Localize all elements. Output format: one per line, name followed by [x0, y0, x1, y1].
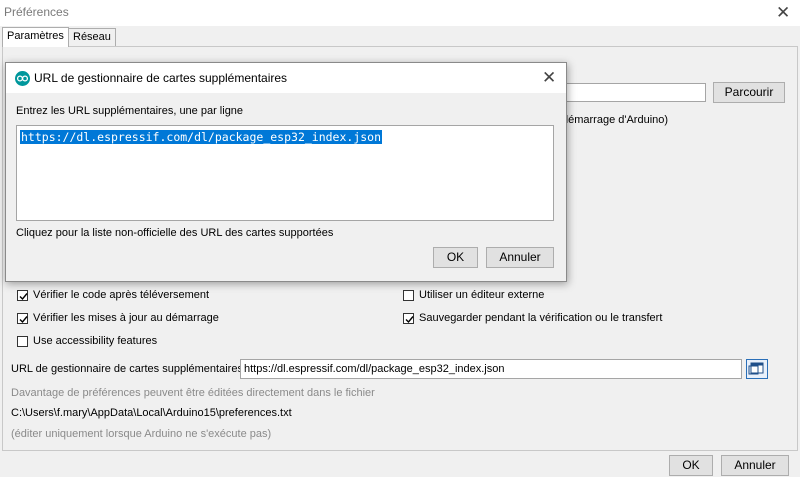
- board-urls-input[interactable]: https://dl.espressif.com/dl/package_esp3…: [240, 359, 742, 379]
- ok-button[interactable]: OK: [669, 455, 713, 476]
- external-editor-label: Utiliser un éditeur externe: [419, 289, 545, 301]
- window-titlebar: [0, 0, 800, 26]
- additional-urls-textarea[interactable]: https://dl.espressif.com/dl/package_esp3…: [16, 125, 554, 221]
- dialog-cancel-button[interactable]: Annuler: [486, 247, 554, 268]
- selected-url-text: https://dl.espressif.com/dl/package_esp3…: [20, 130, 383, 144]
- dialog-instruction: Entrez les URL supplémentaires, une par …: [16, 105, 244, 117]
- arduino-logo-icon: [15, 71, 30, 86]
- board-urls-label: URL de gestionnaire de cartes supplément…: [11, 363, 243, 375]
- accessibility-checkbox[interactable]: [17, 336, 28, 347]
- window-title: Préférences: [4, 5, 69, 19]
- tab-reseau[interactable]: Réseau: [68, 28, 116, 47]
- startup-text-fragment: démarrage d'Arduino): [562, 114, 669, 126]
- dialog-ok-button[interactable]: OK: [433, 247, 478, 268]
- save-on-verify-label: Sauvegarder pendant la vérification ou l…: [419, 312, 663, 324]
- verify-code-checkbox[interactable]: [17, 290, 28, 301]
- prefs-file-path[interactable]: C:\Users\f.mary\AppData\Local\Arduino15\…: [11, 407, 292, 419]
- check-icon: [405, 316, 414, 324]
- more-prefs-text: Davantage de préférences peuvent être éd…: [11, 387, 375, 399]
- save-on-verify-checkbox[interactable]: [403, 313, 414, 324]
- check-icon: [19, 293, 28, 301]
- accessibility-label: Use accessibility features: [33, 335, 158, 347]
- window-close-icon[interactable]: ✕: [776, 4, 790, 21]
- edit-note: (éditer uniquement lorsque Arduino ne s'…: [11, 428, 272, 440]
- open-urls-dialog-button[interactable]: [746, 359, 768, 379]
- unofficial-boards-link[interactable]: Cliquez pour la liste non-officielle des…: [16, 227, 333, 239]
- board-urls-dialog: URL de gestionnaire de cartes supplément…: [5, 62, 567, 282]
- check-updates-label: Vérifier les mises à jour au démarrage: [33, 312, 219, 324]
- cancel-button[interactable]: Annuler: [721, 455, 789, 476]
- verify-code-label: Vérifier le code après téléversement: [33, 289, 210, 301]
- browse-button[interactable]: Parcourir: [713, 82, 785, 103]
- check-updates-checkbox[interactable]: [17, 313, 28, 324]
- dialog-title: URL de gestionnaire de cartes supplément…: [34, 71, 288, 85]
- window-icon: [748, 362, 764, 375]
- check-icon: [19, 316, 28, 324]
- tab-parametres[interactable]: Paramètres: [2, 27, 69, 47]
- dialog-close-icon[interactable]: ✕: [542, 69, 556, 86]
- external-editor-checkbox[interactable]: [403, 290, 414, 301]
